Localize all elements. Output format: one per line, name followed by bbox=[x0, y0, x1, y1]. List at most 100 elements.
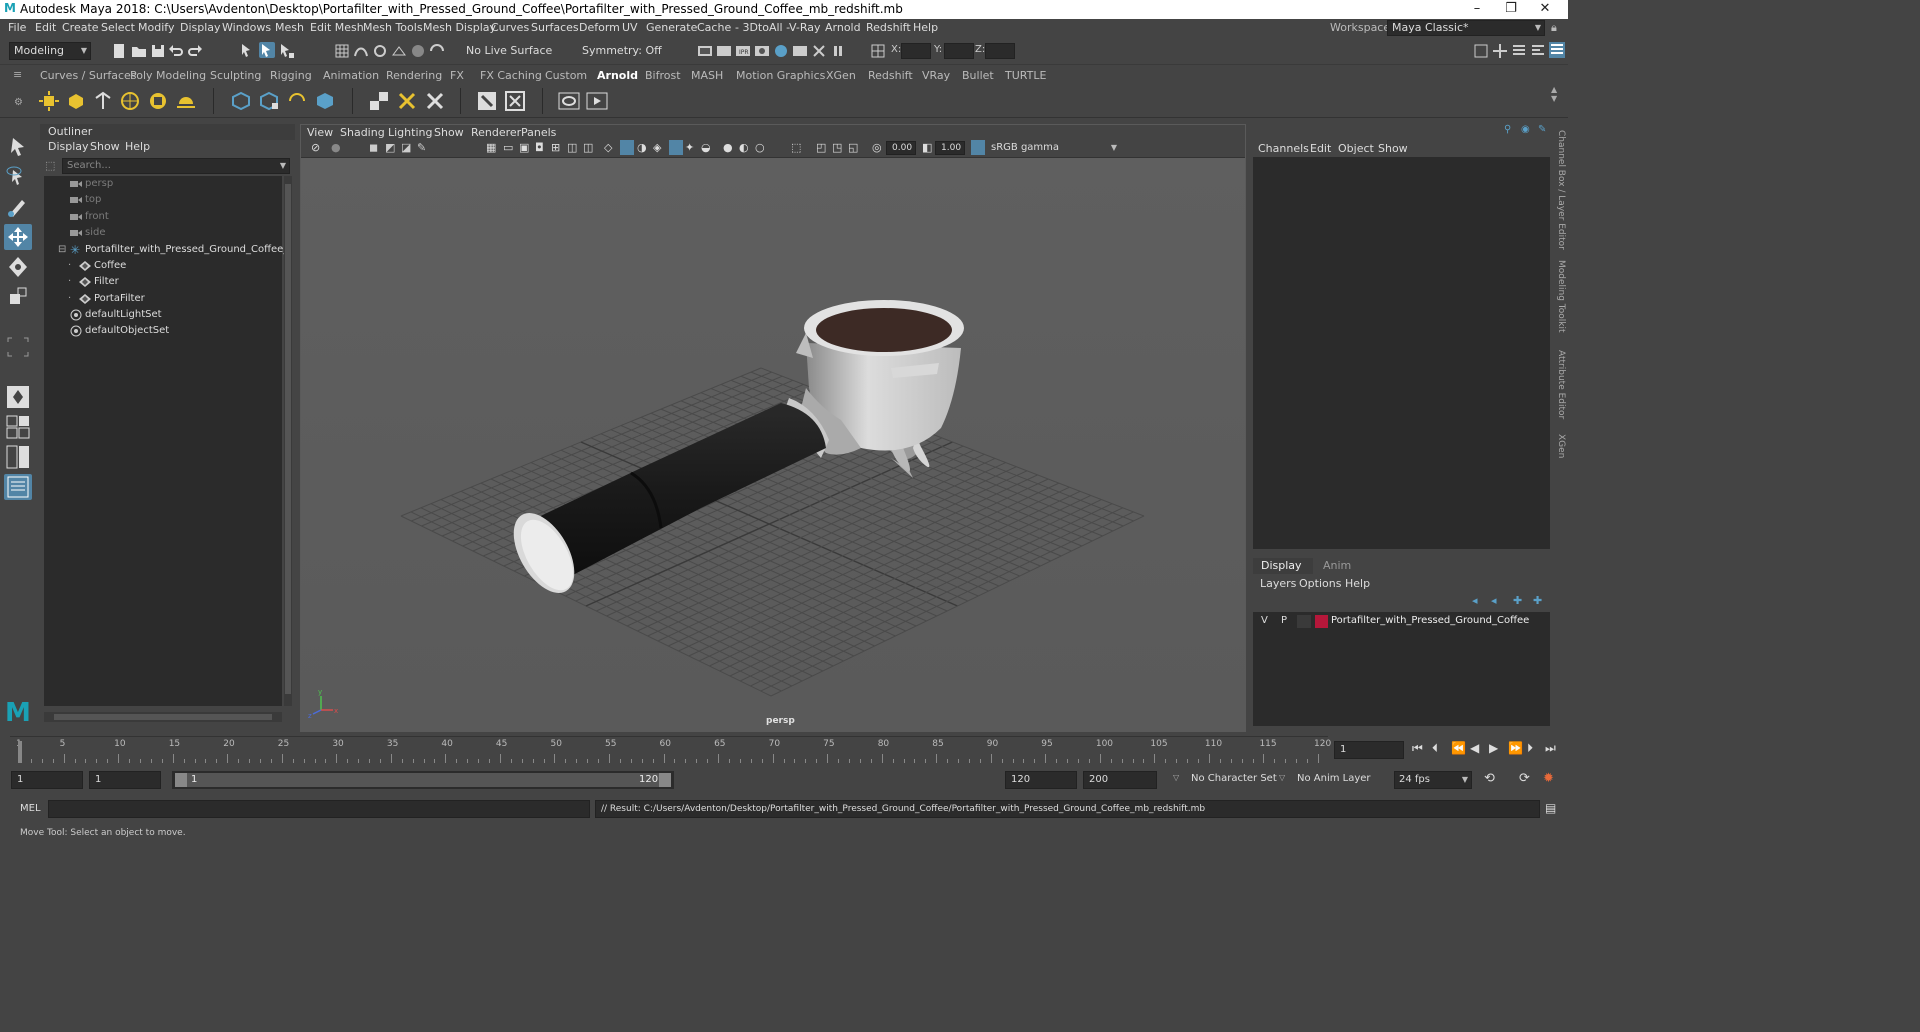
side-tab-channel-box[interactable]: Channel Box / Layer Editor bbox=[1556, 130, 1566, 250]
2d-pan-zoom-icon[interactable]: ◪ bbox=[401, 141, 411, 154]
render-view-eye-icon[interactable] bbox=[558, 90, 580, 112]
volume-icon[interactable] bbox=[314, 90, 336, 112]
outliner-item-portafilter-group[interactable]: ⊟ ✳ Portafilter_with_Pressed_Ground_Coff… bbox=[44, 242, 288, 258]
side-tab-attribute-editor[interactable]: Attribute Editor bbox=[1556, 350, 1566, 419]
save-scene-icon[interactable] bbox=[150, 43, 166, 59]
outliner-item-default-object-set[interactable]: defaultObjectSet bbox=[44, 323, 282, 339]
time-slider-bar[interactable]: 1510152025303540455055606570758085909510… bbox=[10, 736, 1331, 763]
ipr-render-icon[interactable]: IPR bbox=[735, 43, 751, 59]
menu-arnold[interactable]: Arnold bbox=[825, 21, 861, 34]
select-by-hierarchy-icon[interactable] bbox=[240, 43, 256, 59]
shelf-tab-bullet[interactable]: Bullet bbox=[962, 69, 994, 82]
render-view-icon[interactable] bbox=[697, 43, 713, 59]
scrollbar-thumb[interactable] bbox=[54, 714, 272, 720]
layer-row[interactable]: V P Portafilter_with_Pressed_Ground_Coff… bbox=[1253, 614, 1550, 630]
arnold-render-icon[interactable] bbox=[792, 43, 808, 59]
play-backward-icon[interactable]: ◀ bbox=[1470, 741, 1479, 755]
menu-file[interactable]: File bbox=[8, 21, 26, 34]
mel-label[interactable]: MEL bbox=[20, 803, 41, 814]
auto-key-icon[interactable]: ⟳ bbox=[1519, 771, 1530, 786]
viewport-menu-lighting[interactable]: Lighting bbox=[388, 126, 432, 139]
3d-scene-view[interactable]: y x z persp bbox=[301, 158, 1245, 731]
camera-attributes-icon[interactable]: ● bbox=[331, 141, 341, 154]
menu-edit[interactable]: Edit bbox=[35, 21, 56, 34]
menu-curves[interactable]: Curves bbox=[491, 21, 529, 34]
layer-visibility-toggle[interactable]: V bbox=[1261, 615, 1268, 626]
flush-cache-icon[interactable] bbox=[396, 90, 418, 112]
chevron-down-icon[interactable]: ▽ bbox=[1173, 773, 1179, 782]
select-by-component-icon[interactable] bbox=[279, 43, 295, 59]
snap-to-grid-icon[interactable] bbox=[334, 43, 350, 59]
snap-to-surface-icon[interactable] bbox=[429, 43, 445, 59]
outliner-item-coffee[interactable]: · Coffee bbox=[44, 258, 282, 274]
attribute-toggle-icon[interactable]: ✎ bbox=[1538, 124, 1546, 135]
range-start-grip[interactable] bbox=[175, 773, 187, 787]
color-management-icon[interactable] bbox=[971, 140, 985, 155]
transform-constraint-icon[interactable] bbox=[870, 43, 886, 59]
shadows-icon[interactable]: ◒ bbox=[701, 141, 711, 154]
shelf-tab-mash[interactable]: MASH bbox=[691, 69, 723, 82]
menu-select[interactable]: Select bbox=[101, 21, 135, 34]
use-all-lights-icon[interactable]: ✦ bbox=[685, 141, 694, 154]
animation-end-field[interactable]: 200 bbox=[1083, 771, 1157, 789]
animation-preferences-icon[interactable]: ✹ bbox=[1543, 771, 1554, 786]
photometric-light-icon[interactable] bbox=[92, 90, 114, 112]
shelf-tab-poly-modeling[interactable]: Poly Modeling bbox=[130, 69, 206, 82]
side-tab-xgen[interactable]: XGen bbox=[1556, 434, 1566, 458]
isolate-select-icon[interactable]: ⬚ bbox=[791, 141, 801, 154]
step-forward-key-icon[interactable]: ⏩ bbox=[1508, 741, 1523, 755]
shelf-settings-icon[interactable]: ⚙ bbox=[14, 97, 23, 108]
shelf-tab-turtle[interactable]: TURTLE bbox=[1005, 69, 1046, 82]
grid-icon[interactable]: ▦ bbox=[486, 141, 496, 154]
menu-edit-mesh[interactable]: Edit Mesh bbox=[310, 21, 364, 34]
shelf-tab-motion-graphics[interactable]: Motion Graphics bbox=[736, 69, 825, 82]
anim-layer-label[interactable]: No Anim Layer bbox=[1297, 773, 1371, 784]
channel-box-toggle-icon[interactable]: ⚲ bbox=[1504, 124, 1511, 135]
render-current-frame-icon[interactable] bbox=[716, 43, 732, 59]
paint-select-tool-icon[interactable] bbox=[4, 194, 32, 220]
menu-help[interactable]: Help bbox=[913, 21, 938, 34]
outliner-horizontal-scrollbar[interactable] bbox=[44, 712, 282, 722]
undo-icon[interactable] bbox=[168, 43, 184, 59]
layers-menu-layers[interactable]: Layers bbox=[1260, 577, 1296, 590]
sidebar-toggle-icon[interactable] bbox=[1473, 43, 1489, 59]
xray-icon[interactable]: ◰ bbox=[816, 141, 826, 154]
loop-icon[interactable]: ⟲ bbox=[1484, 771, 1495, 786]
outliner-menu-show[interactable]: Show bbox=[90, 140, 120, 153]
tab-anim[interactable]: Anim bbox=[1323, 559, 1351, 572]
animation-start-field[interactable]: 1 bbox=[11, 771, 83, 789]
shelf-scroll-icon[interactable]: ▲ ▼ bbox=[1551, 85, 1557, 103]
modeling-toolkit-icon[interactable] bbox=[1492, 43, 1508, 59]
move-layer-up-icon[interactable]: ◂ bbox=[1472, 594, 1478, 607]
layer-editor-toggle-icon[interactable]: ◉ bbox=[1521, 124, 1530, 135]
skydome-light-icon[interactable] bbox=[119, 90, 141, 112]
range-slider-track[interactable]: 1 120 bbox=[172, 771, 674, 789]
color-space-dropdown[interactable]: sRGB gamma ▼ bbox=[986, 141, 1121, 155]
outliner-menu-help[interactable]: Help bbox=[125, 140, 150, 153]
workspace-dropdown[interactable]: Maya Classic* ▼ bbox=[1387, 20, 1545, 36]
shelf-tab-curves-surfaces[interactable]: Curves / Surfaces bbox=[40, 69, 137, 82]
viewport-menu-shading[interactable]: Shading bbox=[340, 126, 385, 139]
side-tab-modeling-toolkit[interactable]: Modeling Toolkit bbox=[1556, 260, 1566, 333]
play-forward-icon[interactable]: ▶ bbox=[1489, 741, 1498, 755]
four-pane-layout-icon[interactable] bbox=[4, 414, 32, 440]
current-time-indicator[interactable] bbox=[18, 741, 22, 763]
layer-color-swatch[interactable] bbox=[1315, 615, 1328, 628]
collapse-icon[interactable]: ⊟ bbox=[58, 242, 66, 258]
shelf-tab-rigging[interactable]: Rigging bbox=[270, 69, 312, 82]
new-scene-icon[interactable] bbox=[111, 43, 127, 59]
viewport-menu-show[interactable]: Show bbox=[434, 126, 464, 139]
gamma-field[interactable]: 1.00 bbox=[935, 141, 965, 155]
snap-to-view-plane-icon[interactable] bbox=[391, 43, 407, 59]
outliner-item-top[interactable]: top bbox=[44, 192, 282, 208]
textured-icon[interactable] bbox=[669, 140, 683, 155]
scene-canvas[interactable]: y x z persp bbox=[301, 158, 1245, 731]
layer-display-type[interactable] bbox=[1297, 615, 1311, 628]
area-light-icon[interactable] bbox=[38, 90, 60, 112]
outliner-item-filter[interactable]: · Filter bbox=[44, 274, 282, 290]
filter-icon[interactable]: ⬚ bbox=[45, 159, 55, 172]
outliner-item-default-light-set[interactable]: defaultLightSet bbox=[44, 307, 282, 323]
chevron-down-icon[interactable]: ▽ bbox=[1279, 773, 1285, 782]
character-set-label[interactable]: No Character Set bbox=[1191, 773, 1277, 784]
curve-collector-icon[interactable] bbox=[286, 90, 308, 112]
